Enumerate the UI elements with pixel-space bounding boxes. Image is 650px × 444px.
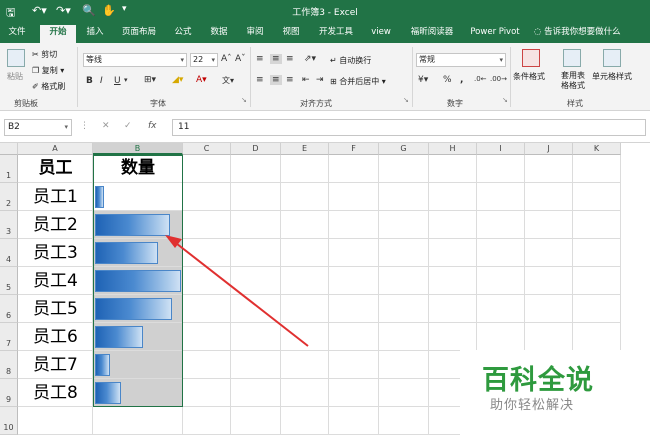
watermark-subtitle: 助你轻松解决 bbox=[490, 398, 575, 413]
watermark-title: 百科全说 bbox=[482, 365, 594, 396]
arrow-line bbox=[171, 239, 309, 347]
watermark: 百科全说 助你轻松解决 bbox=[460, 350, 648, 444]
